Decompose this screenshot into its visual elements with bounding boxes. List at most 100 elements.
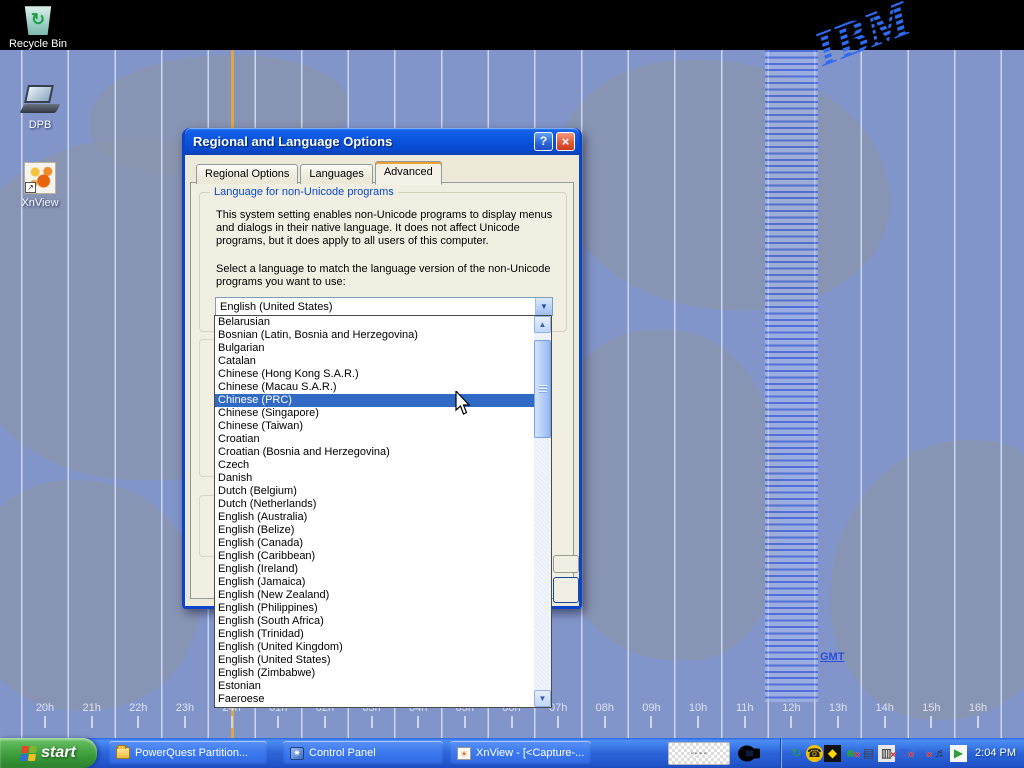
combobox-dropdown-button[interactable]: ▼ (535, 298, 552, 315)
taskbar-window-button[interactable]: PowerQuest Partition... (109, 741, 267, 765)
timezone-label: 10h (675, 702, 721, 714)
timezone-tick (91, 716, 93, 728)
icon-label: Recycle Bin (8, 38, 68, 50)
scheduler-disabled-icon[interactable]: ▥× (878, 745, 895, 762)
language-option[interactable]: English (Philippines) (215, 602, 534, 615)
language-option[interactable]: Croatian (215, 433, 534, 446)
band-label: ---- (690, 748, 707, 759)
language-option[interactable]: English (Jamaica) (215, 576, 534, 589)
desktop-icon-dpb[interactable]: DPB (10, 84, 70, 131)
timezone-label: 11h (722, 702, 768, 714)
taskbar-clock[interactable]: 2:04 PM (975, 747, 1016, 759)
start-button[interactable]: start (0, 738, 97, 768)
taskbar-button-label: XnView - [<Capture-... (476, 747, 584, 759)
computer-error-icon[interactable]: ▣× (896, 745, 913, 762)
scrollbar-up-arrow[interactable]: ▲ (534, 316, 551, 333)
language-option[interactable]: Estonian (215, 680, 534, 693)
network-unplugged-icon[interactable]: ▭× (914, 745, 931, 762)
taskbar-window-button[interactable]: ☀ XnView - [<Capture-... (450, 741, 591, 765)
language-option[interactable]: Czech (215, 459, 534, 472)
dropdown-scrollbar[interactable]: ▲ ▼ (534, 316, 551, 707)
help-button[interactable]: ? (534, 132, 553, 151)
diskeeper-icon[interactable]: ◆ (824, 745, 841, 762)
language-option[interactable]: Chinese (Hong Kong S.A.R.) (215, 368, 534, 381)
timezone-cell: 09h (628, 702, 674, 728)
tab-advanced[interactable]: Advanced (375, 161, 442, 185)
language-option[interactable]: Chinese (PRC) (215, 394, 534, 407)
timezone-cell: 21h (69, 702, 115, 728)
task-buttons: PowerQuest Partition... ✷ Control Panel … (108, 741, 591, 765)
language-option[interactable]: Chinese (Macau S.A.R.) (215, 381, 534, 394)
language-option[interactable]: English (United Kingdom) (215, 641, 534, 654)
timezone-label: 14h (862, 702, 908, 714)
language-option[interactable]: Danish (215, 472, 534, 485)
timezone-tick (930, 716, 932, 728)
language-option[interactable]: English (Caribbean) (215, 550, 534, 563)
updates-icon[interactable]: ↻ (788, 745, 805, 762)
xnview-app-icon: ↗ (24, 162, 56, 194)
tab-regional-options[interactable]: Regional Options (196, 164, 298, 184)
timezone-label: 15h (908, 702, 954, 714)
desktop-icon-recycle-bin[interactable]: ↻ Recycle Bin (8, 5, 68, 50)
taskbar-window-button[interactable]: ✷ Control Panel (283, 741, 443, 765)
phone-agent-icon[interactable]: ☎ (806, 745, 823, 762)
language-combobox[interactable]: English (United States) ▼ (215, 297, 553, 316)
timezone-label: 16h (955, 702, 1001, 714)
language-option[interactable]: Faeroese (215, 693, 534, 706)
timezone-label: 20h (22, 702, 68, 714)
language-option[interactable]: Belarusian (215, 316, 534, 329)
language-option[interactable]: English (Belize) (215, 524, 534, 537)
timezone-tick (837, 716, 839, 728)
timezone-tick (464, 716, 466, 728)
messenger-offline-icon[interactable]: ☻× (842, 745, 859, 762)
language-band-icon[interactable]: ▶ (950, 745, 967, 762)
language-option[interactable]: English (New Zealand) (215, 589, 534, 602)
language-option[interactable]: Bulgarian (215, 342, 534, 355)
timezone-cell: 16h (955, 702, 1001, 728)
windows-flag-icon (20, 746, 37, 761)
timezone-cell: 13h (815, 702, 861, 728)
language-option[interactable]: English (United States) (215, 654, 534, 667)
network-print-icon[interactable]: ▤ (860, 745, 877, 762)
timezone-tick (790, 716, 792, 728)
scrollbar-down-arrow[interactable]: ▼ (534, 690, 551, 707)
timezone-tick (511, 716, 513, 728)
timezone-tick (417, 716, 419, 728)
language-option[interactable]: English (Trinidad) (215, 628, 534, 641)
language-option[interactable]: English (South Africa) (215, 615, 534, 628)
timezone-cell: 12h (768, 702, 814, 728)
dialog-titlebar[interactable]: Regional and Language Options ? × (185, 128, 579, 155)
tray-icon-strip: ↻☎◆☻×▤▥×▣×▭×♬▶ (788, 745, 968, 762)
recycle-bin-icon: ↻ (23, 5, 53, 35)
language-option[interactable]: Chinese (Singapore) (215, 407, 534, 420)
timezone-label: 23h (162, 702, 208, 714)
tab-languages[interactable]: Languages (300, 164, 372, 184)
timezone-cell: 08h (582, 702, 628, 728)
taskbar-button-icon: ☀ (457, 747, 471, 760)
desktop-icon-xnview[interactable]: ↗ XnView (10, 162, 70, 209)
mouse-cursor (455, 391, 475, 417)
hidden-button-fragment (553, 555, 579, 573)
language-option[interactable]: English (Zimbabwe) (215, 667, 534, 680)
language-option[interactable]: English (Australia) (215, 511, 534, 524)
language-option[interactable]: Catalan (215, 355, 534, 368)
language-option[interactable]: Croatian (Bosnia and Herzegovina) (215, 446, 534, 459)
timezone-tick (137, 716, 139, 728)
timezone-cell: 23h (162, 702, 208, 728)
timezone-tick (884, 716, 886, 728)
close-button[interactable]: × (556, 132, 575, 151)
language-option[interactable]: Dutch (Netherlands) (215, 498, 534, 511)
start-button-label: start (41, 744, 76, 762)
volume-icon[interactable]: ♬ (932, 745, 949, 762)
language-option[interactable]: Chinese (Taiwan) (215, 420, 534, 433)
language-option[interactable]: English (Canada) (215, 537, 534, 550)
language-option[interactable]: Dutch (Belgium) (215, 485, 534, 498)
hidden-groupbox-fragment (199, 339, 215, 477)
timezone-cell: 14h (862, 702, 908, 728)
scrollbar-thumb[interactable] (534, 340, 551, 438)
language-option[interactable]: English (Ireland) (215, 563, 534, 576)
timezone-tick (184, 716, 186, 728)
taskbar-button-icon: ✷ (290, 747, 304, 760)
desktop-band-toolbar[interactable]: ---- (668, 742, 730, 765)
language-option[interactable]: Bosnian (Latin, Bosnia and Herzegovina) (215, 329, 534, 342)
